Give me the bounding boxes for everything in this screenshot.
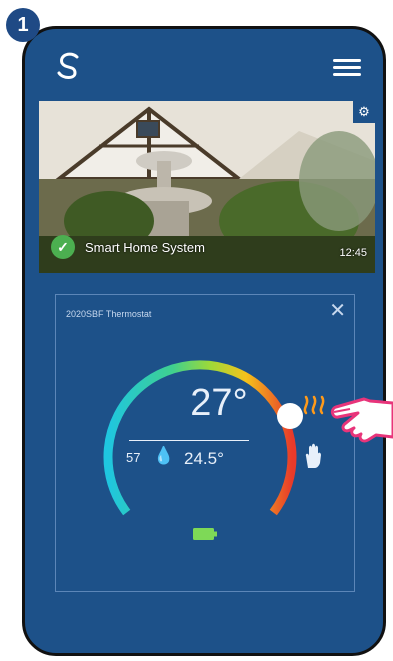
current-temperature: 24.5° <box>184 449 224 468</box>
battery-icon <box>193 528 217 540</box>
camera-preview[interactable]: ⚙ ✓ Smart Home System 12:45 <box>39 101 375 273</box>
heating-icon <box>303 395 325 415</box>
gear-icon: ⚙ <box>358 104 370 119</box>
phone-frame: ⚙ ✓ Smart Home System 12:45 2020SBF Ther… <box>22 26 386 656</box>
camera-name: Smart Home System <box>85 239 205 255</box>
gauge-knob <box>277 403 303 429</box>
humidity-value: 57 <box>126 450 141 465</box>
camera-caption: ✓ Smart Home System <box>51 235 205 259</box>
thermostat-card[interactable]: 2020SBF Thermostat ✕ 27° 57 💧 24.5° <box>55 294 355 592</box>
app-top-bar <box>25 29 383 99</box>
check-icon: ✓ <box>51 235 75 259</box>
camera-time: 12:45 <box>339 247 367 259</box>
set-temperature: 27° <box>190 382 248 424</box>
divider <box>129 440 249 441</box>
camera-settings-button[interactable]: ⚙ <box>353 101 375 123</box>
manual-mode-icon[interactable] <box>302 442 324 470</box>
humidity-drop-icon: 💧 <box>153 446 175 465</box>
salus-logo-icon[interactable] <box>53 51 83 81</box>
step-badge: 1 <box>6 8 40 42</box>
hamburger-menu-icon[interactable] <box>333 59 361 77</box>
pointing-hand-icon <box>330 397 393 443</box>
